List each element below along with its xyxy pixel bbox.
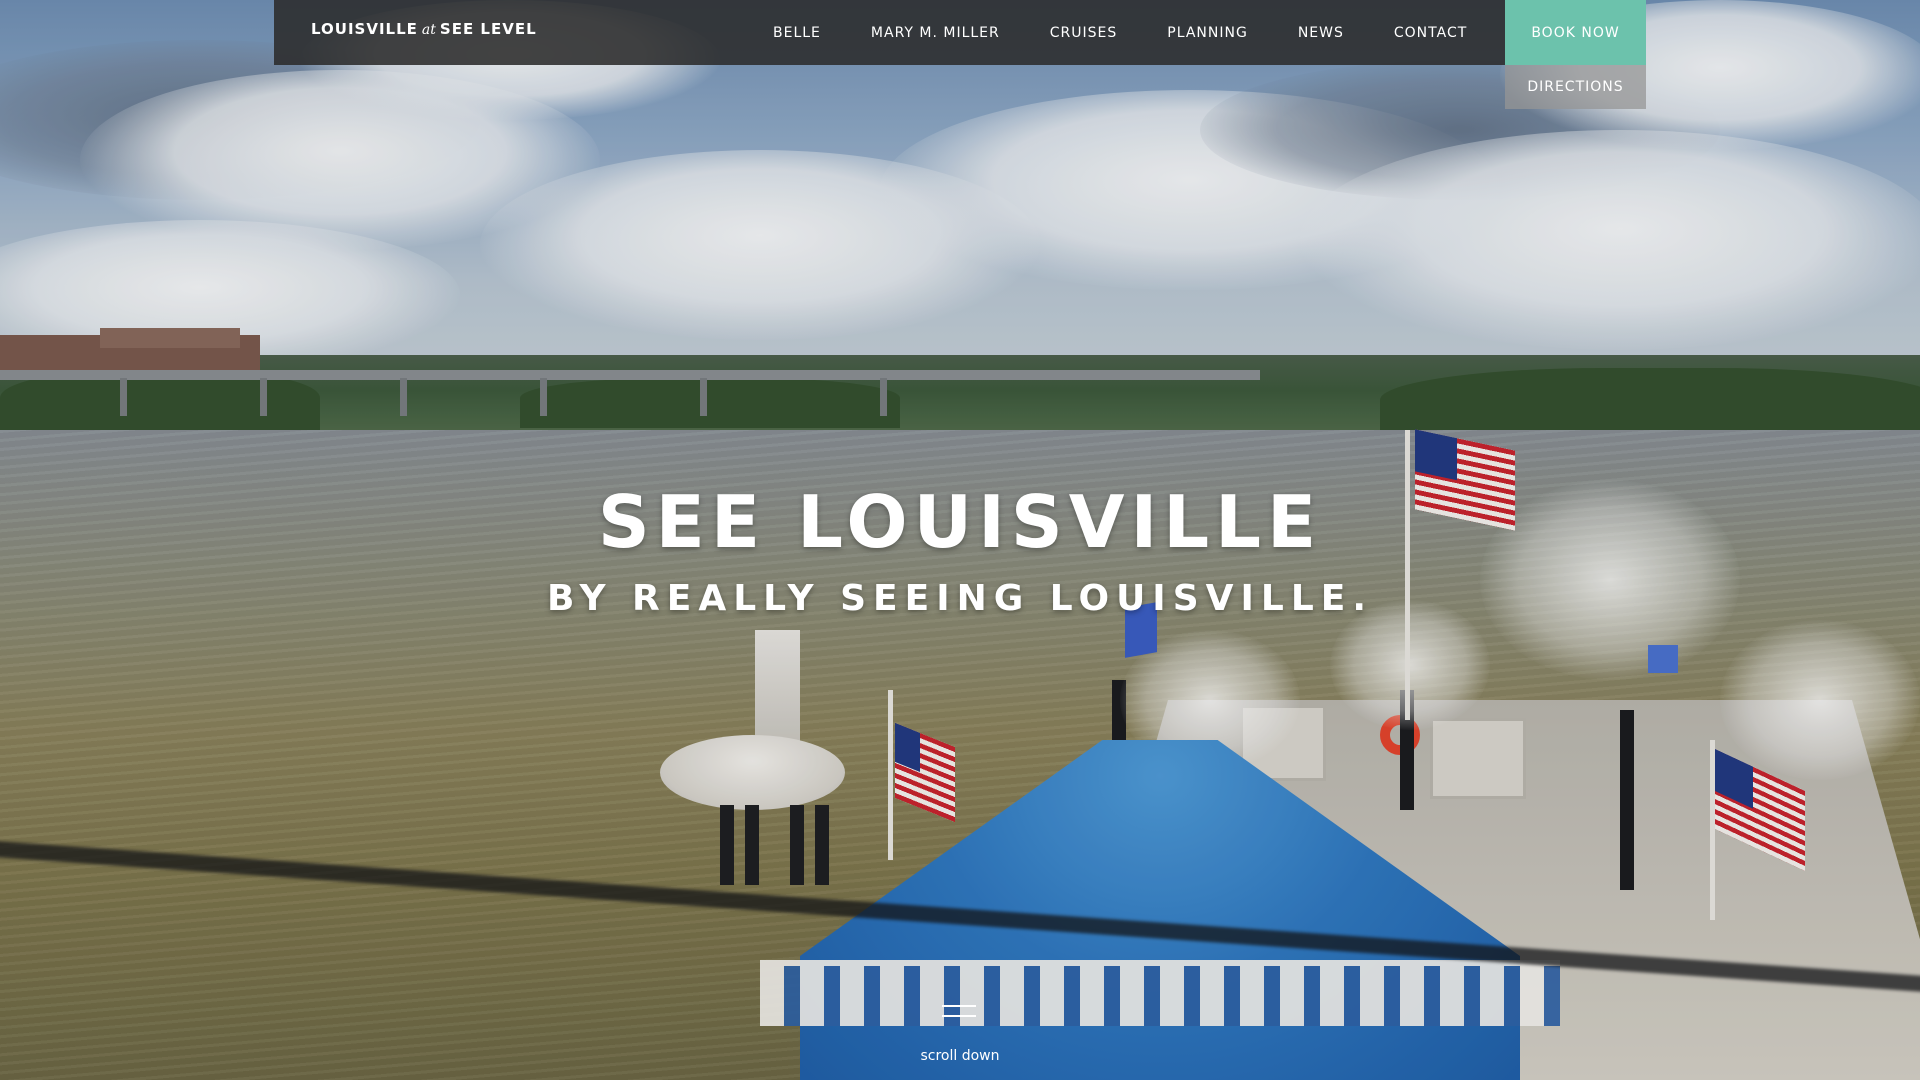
top-navbar: LOUISVILLE at SEE LEVEL BELLE MARY M. MILL…	[274, 0, 1646, 65]
nav-item-belle[interactable]: BELLE	[748, 25, 846, 41]
nav-item-planning[interactable]: PLANNING	[1142, 25, 1273, 41]
logo-part2: SEE LEVEL	[439, 20, 537, 38]
site-logo[interactable]: LOUISVILLE at SEE LEVEL	[311, 20, 537, 38]
logo-part1: LOUISVILLE	[311, 20, 418, 38]
scroll-line	[942, 1005, 976, 1007]
hero-title: SEE LOUISVILLE	[597, 480, 1323, 564]
nav-item-contact[interactable]: CONTACT	[1369, 25, 1492, 41]
scroll-down-link[interactable]: scroll down	[0, 1048, 1920, 1064]
hero-subtitle: BY REALLY SEEING LOUISVILLE.	[546, 578, 1374, 619]
nav-links: BELLE MARY M. MILLER CRUISES PLANNING NE…	[748, 0, 1492, 65]
nav-item-cruises[interactable]: CRUISES	[1025, 25, 1143, 41]
nav-item-news[interactable]: NEWS	[1273, 25, 1369, 41]
logo-at: at	[421, 22, 436, 38]
scroll-down-lines-icon[interactable]	[942, 1005, 976, 1019]
scroll-line	[942, 1015, 976, 1017]
directions-button[interactable]: DIRECTIONS	[1505, 65, 1646, 109]
nav-item-mary-m-miller[interactable]: MARY M. MILLER	[846, 25, 1025, 41]
book-now-button[interactable]: BOOK NOW	[1505, 0, 1646, 65]
